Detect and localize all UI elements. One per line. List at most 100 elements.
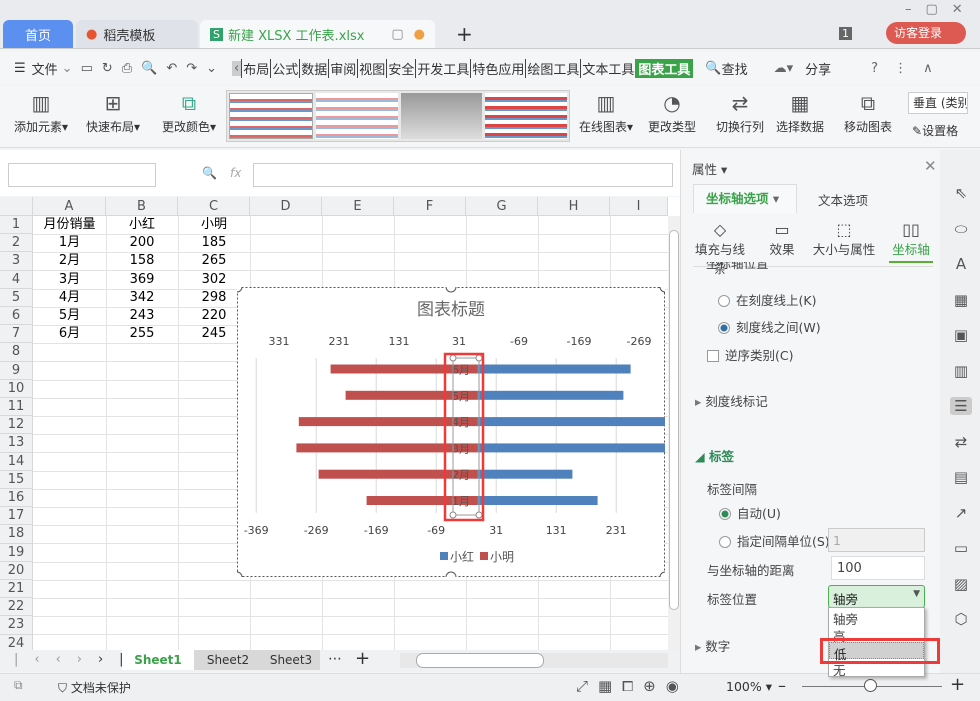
column-header[interactable]: B <box>106 197 178 216</box>
quick-layout-button[interactable]: ⊞ 快速布局▾ <box>80 88 146 135</box>
image-library-icon[interactable]: ▤ <box>950 468 972 486</box>
tab-text-options[interactable]: 文本选项 <box>818 190 868 209</box>
sheet-tab-2[interactable]: Sheet2 <box>194 650 262 670</box>
cell[interactable]: 342 <box>106 289 178 307</box>
picture-icon[interactable]: ▨ <box>950 575 972 593</box>
column-header[interactable]: G <box>466 197 538 216</box>
file-menu[interactable]: 文件 <box>32 59 58 78</box>
settings-sliders-icon[interactable]: ☰ <box>950 397 972 415</box>
close-panel-icon[interactable]: ✕ <box>924 157 937 175</box>
row-header[interactable]: 10 <box>0 379 33 398</box>
bar-xiaohong[interactable] <box>477 390 624 400</box>
row-header[interactable]: 14 <box>0 452 33 471</box>
move-chart-button[interactable]: ⧉ 移动图表 <box>840 88 896 135</box>
chart-style-2[interactable] <box>315 93 398 139</box>
more-sheets-icon[interactable]: ⋯ <box>328 651 342 667</box>
row-header[interactable]: 7 <box>0 325 33 344</box>
bar-xiaoming[interactable] <box>296 443 478 453</box>
bar-xiaoming[interactable] <box>298 417 478 427</box>
online-chart-button[interactable]: ▥ 在线图表▾ <box>576 88 636 135</box>
menu-tab[interactable]: 安全 <box>386 58 415 78</box>
toolbar-quick-icons[interactable]: ▭↻⎙🔍↶↷⌄ <box>81 61 226 76</box>
column-header[interactable]: I <box>610 197 668 216</box>
zoom-formula-icon[interactable]: 🔍 <box>202 166 217 180</box>
menu-tab[interactable]: 文本工具 <box>580 58 635 78</box>
menu-tab[interactable]: 绘图工具 <box>525 58 580 78</box>
share-icon[interactable]: ↗ <box>950 504 972 522</box>
monitor-icon[interactable]: ▢ <box>391 27 403 42</box>
cell[interactable]: 185 <box>178 234 250 252</box>
menu-tab[interactable]: 特色应用 <box>470 58 525 78</box>
tab-axis-options[interactable]: 坐标轴选项 ▾ <box>693 184 797 213</box>
cursor-icon[interactable]: ⇖ <box>950 184 972 202</box>
cell[interactable]: 158 <box>106 252 178 270</box>
radio-on-tick[interactable]: 在刻度线上(K) <box>718 290 816 309</box>
archive-icon[interactable]: ▭ <box>950 539 972 557</box>
search-button[interactable]: 查找 <box>722 59 748 78</box>
horizontal-scrollbar[interactable] <box>400 653 668 668</box>
window-count-badge[interactable]: 1 <box>839 27 852 40</box>
row-header[interactable]: 1 <box>0 216 33 235</box>
interval-unit-input[interactable]: 1 <box>828 528 925 552</box>
cell[interactable]: 2月 <box>33 252 106 270</box>
share-button[interactable]: 分享 <box>805 59 831 78</box>
formula-input[interactable] <box>253 163 673 187</box>
radio-specify-interval[interactable]: 指定间隔单位(S) <box>719 531 830 550</box>
zoom-level[interactable]: 100% ▾ <box>726 679 772 694</box>
legend-entry[interactable]: 小明 <box>490 550 514 564</box>
chart-element-select[interactable]: 垂直 (类别 <box>908 92 968 114</box>
row-header[interactable]: 12 <box>0 416 33 435</box>
grid-icon[interactable]: ▣ <box>950 326 972 344</box>
cell[interactable]: 6月 <box>33 325 106 343</box>
row-header[interactable]: 19 <box>0 543 33 562</box>
label-position-select[interactable]: 轴旁 ▼ <box>828 585 925 608</box>
format-selection-button[interactable]: ✎设置格 <box>912 122 968 139</box>
fx-icon[interactable]: fx <box>230 166 241 180</box>
bar-xiaohong[interactable] <box>477 364 631 374</box>
cell[interactable]: 200 <box>106 234 178 252</box>
cell[interactable]: 月份销量 <box>33 216 106 234</box>
zoom-out-button[interactable]: – <box>778 676 786 695</box>
cell[interactable]: 265 <box>178 252 250 270</box>
column-header[interactable]: E <box>322 197 394 216</box>
cell[interactable]: 369 <box>106 271 178 289</box>
menu-tab[interactable]: 审阅 <box>328 58 357 78</box>
row-header[interactable]: 8 <box>0 343 33 362</box>
row-header[interactable]: 2 <box>0 234 33 253</box>
name-box[interactable] <box>8 163 156 187</box>
cell[interactable]: 302 <box>178 271 250 289</box>
menu-icon[interactable]: ☰ <box>14 61 26 76</box>
menu-tab[interactable]: 开发工具 <box>415 58 470 78</box>
row-header[interactable]: 6 <box>0 307 33 326</box>
selection-handle[interactable] <box>449 354 457 362</box>
cloud-icon[interactable]: ☁▾ <box>774 61 794 76</box>
subtab-size-properties[interactable]: ⬚ 大小与属性 <box>812 220 876 258</box>
menu-tab[interactable]: 图表工具 <box>635 58 694 78</box>
row-header[interactable]: 20 <box>0 561 33 580</box>
row-header[interactable]: 22 <box>0 598 33 617</box>
more-icon[interactable]: ⋮ <box>894 61 907 76</box>
column-header[interactable]: H <box>538 197 610 216</box>
tab-scroll-left[interactable]: ‹ <box>232 60 242 76</box>
chart-icon[interactable]: ▥ <box>950 362 972 380</box>
radio-between-tick[interactable]: 刻度线之间(W) <box>718 317 821 336</box>
login-button[interactable]: 访客登录 <box>886 22 966 44</box>
row-header[interactable]: 21 <box>0 580 33 599</box>
column-header[interactable]: F <box>394 197 466 216</box>
radio-auto[interactable]: 自动(U) <box>719 503 781 522</box>
select-all[interactable] <box>0 197 33 216</box>
menu-tab[interactable]: 公式 <box>270 58 299 78</box>
section-labels[interactable]: ◢ 标签 <box>695 446 734 465</box>
row-header[interactable]: 4 <box>0 270 33 289</box>
shapes-icon[interactable]: ⬭ <box>950 220 972 238</box>
row-header[interactable]: 18 <box>0 525 33 544</box>
menu-tab[interactable]: 视图 <box>357 58 386 78</box>
selection-handle[interactable] <box>449 511 457 519</box>
bar-xiaohong[interactable] <box>477 496 598 505</box>
new-tab-button[interactable]: + <box>456 22 473 46</box>
bar-xiaohong[interactable] <box>477 469 573 479</box>
cell[interactable]: 4月 <box>33 289 106 307</box>
vertical-scrollbar[interactable] <box>668 216 680 650</box>
section-number[interactable]: ▸ 数字 <box>695 636 730 655</box>
panel-title[interactable]: 属性 ▾ <box>692 159 727 178</box>
